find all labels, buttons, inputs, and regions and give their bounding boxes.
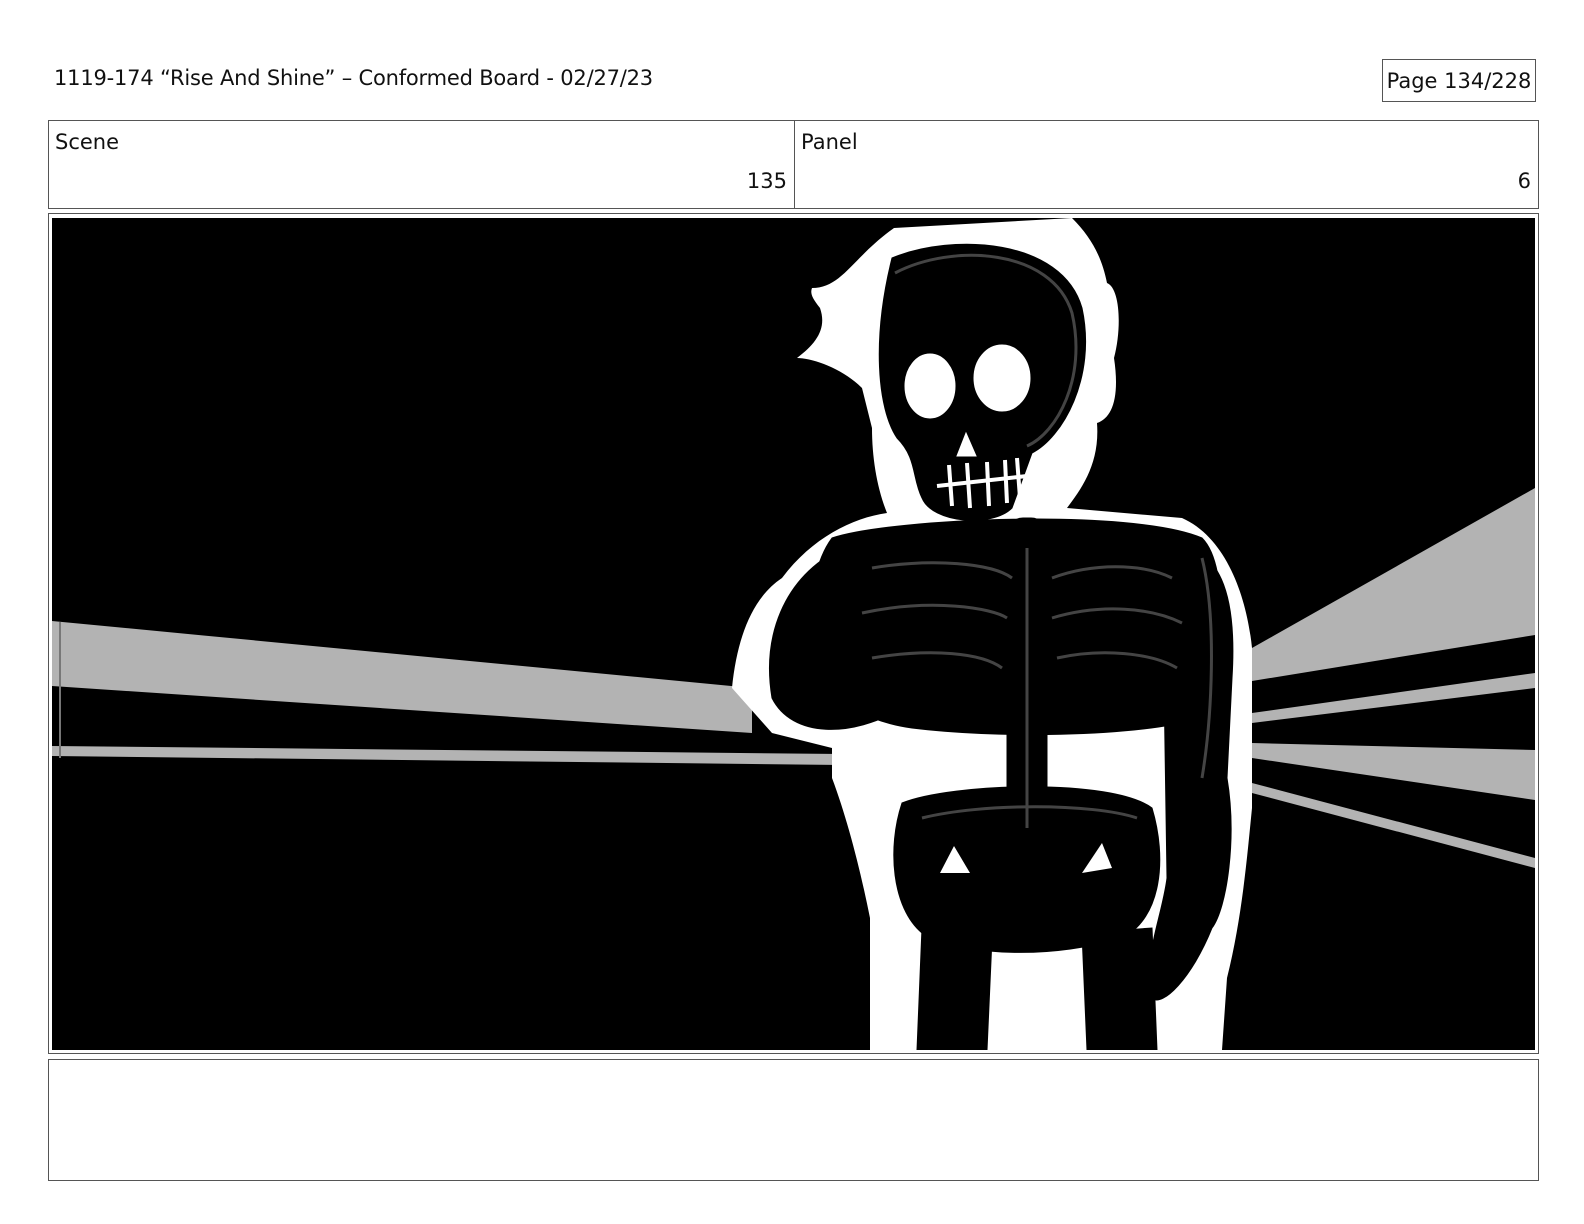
panel-label: Panel [801, 130, 858, 154]
page-number-box: Page 134/228 [1382, 59, 1536, 102]
notes-box [48, 1059, 1539, 1181]
storyboard-drawing [52, 218, 1535, 1050]
scene-cell: Scene 135 [49, 121, 795, 208]
right-eye-socket [973, 344, 1031, 412]
scene-label: Scene [55, 130, 120, 154]
left-eye-socket [904, 353, 956, 419]
scene-number: 135 [746, 169, 787, 193]
right-leg [1081, 927, 1158, 1050]
document-title: 1119-174 “Rise And Shine” – Conformed Bo… [54, 66, 653, 90]
panel-cell: Panel 6 [795, 121, 1538, 208]
scene-panel-header: Scene 135 Panel 6 [48, 120, 1539, 209]
left-leg [916, 927, 993, 1050]
storyboard-frame [52, 218, 1535, 1050]
page-number: Page 134/228 [1386, 68, 1532, 93]
panel-number: 6 [1517, 169, 1531, 193]
